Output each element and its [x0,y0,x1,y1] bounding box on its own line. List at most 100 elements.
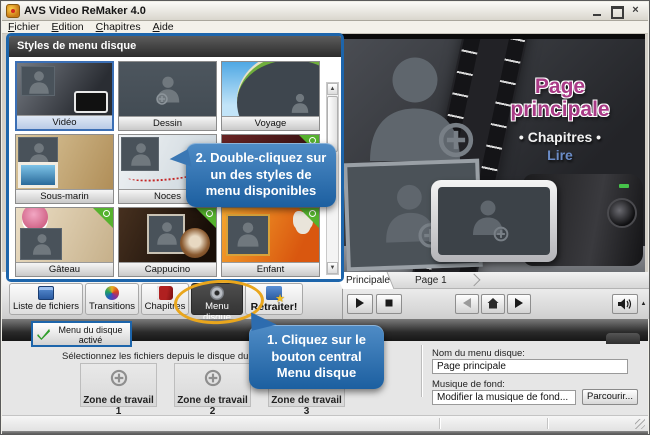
work-zone-label: Zone de travail 2 [175,395,250,417]
style-thumb-video-art [17,63,112,115]
menu-chapitres[interactable]: Chapitres [90,21,147,33]
toolbar-button-label: Transitions [89,301,135,312]
disc-menu-lire-link[interactable]: Lire [485,147,635,163]
style-thumb-label: Enfant [222,262,319,276]
menu-disque-button[interactable]: Menu disque [191,283,243,315]
toolbar-button-label: Chapitres [145,301,186,312]
disc-menu-icon [210,286,224,300]
styles-panel-title: Styles de menu disque [9,36,341,57]
work-zone-1[interactable]: Zone de travail 1 [80,363,157,407]
status-bar [2,415,648,431]
music-input[interactable] [432,390,576,405]
breadcrumb-principale-tab[interactable]: Principale [336,272,395,289]
add-icon [203,368,223,388]
style-thumb-enfant-art [222,208,319,262]
camcorder-led-icon [619,184,629,188]
menu-fichier[interactable]: Fichier [2,21,46,33]
style-thumb-label: Sous-marin [16,189,113,203]
callout-step1: 1. Cliquez sur le bouton central Menu di… [249,325,384,389]
callout-tail [168,149,191,171]
chapitres-button[interactable]: Chapitres [141,283,189,315]
camcorder-mini-icon [74,91,108,113]
music-label: Musique de fond: [432,379,505,390]
maximize-button[interactable] [610,5,623,17]
chapters-icon [157,286,173,300]
scroll-up-button[interactable]: ▲ [327,83,338,95]
chevron-right-icon [468,274,481,287]
style-thumb-voyage-art [222,62,319,116]
play-button[interactable] [347,294,373,314]
callout-step1-text: 1. Cliquez sur le bouton central Menu di… [267,332,366,380]
style-thumb-cappucino-art [119,208,216,262]
window-title: AVS Video ReMaker 4.0 [24,5,146,17]
coffee-cup-icon [180,228,210,258]
minimize-button[interactable] [591,5,604,17]
badge-icon [93,208,113,228]
add-icon [109,368,129,388]
badge-icon [196,208,216,228]
collapsed-tab[interactable] [606,333,640,344]
breadcrumb-root-label: Principale [346,272,390,289]
app-window: AVS Video ReMaker 4.0 × Fichier Edition … [0,0,650,435]
style-thumb-label: Dessin [119,116,216,130]
menu-aide[interactable]: Aide [147,21,180,33]
liste-de-fichiers-button[interactable]: Liste de fichiers [9,283,83,315]
work-zone-2[interactable]: Zone de travail 2 [174,363,251,407]
style-thumb-cappucino[interactable]: Cappucino [118,207,217,277]
remake-icon [266,286,282,300]
style-thumb-label: Voyage [222,116,319,130]
menu-name-input[interactable] [432,359,628,374]
transitions-icon [105,286,119,300]
menu-disque-active-tab[interactable]: Menu du disque activé [31,321,132,347]
style-thumb-sous-marin[interactable]: Sous-marin [15,134,114,204]
style-thumb-enfant[interactable]: Enfant [221,207,320,277]
style-thumb-gateau-art [16,208,113,262]
volume-button[interactable] [612,294,638,314]
work-zone-label: Zone de travail 1 [81,395,156,417]
video-preview: Page principale • Chapitres • Lire [342,34,645,272]
active-tab-label: Menu du disque activé [58,325,122,345]
breadcrumb-page-tab[interactable]: Page 1 [415,272,447,289]
panel-divider [421,345,422,397]
volume-expander-button[interactable]: ▲ [639,294,648,314]
title-bar: AVS Video ReMaker 4.0 × [2,2,648,21]
menu-edition[interactable]: Edition [46,21,90,33]
style-thumb-label: Cappucino [119,262,216,276]
disc-menu-title: Page principale [485,75,635,121]
callout-step2: 2. Double-cliquez sur un des styles de m… [186,143,336,207]
style-thumb-voyage[interactable]: Voyage [221,61,320,131]
camcorder-lens-icon [607,198,637,228]
camcorder-screen [431,180,557,262]
transitions-button[interactable]: Transitions [85,283,139,315]
style-thumb-label: Gâteau [16,262,113,276]
callout-step2-text: 2. Double-cliquez sur un des styles de m… [196,150,327,198]
resize-grip[interactable] [635,419,645,429]
style-thumb-gateau[interactable]: Gâteau [15,207,114,277]
style-thumb-sous-marin-art [16,135,113,189]
style-thumb-video[interactable]: Vidéo [15,61,114,131]
previous-page-button[interactable] [455,294,479,314]
disc-menu-text: Page principale • Chapitres • Lire [485,75,635,163]
style-thumb-label: Vidéo [17,115,112,129]
close-button[interactable]: × [629,5,642,17]
badge-icon [299,208,319,228]
add-placeholder-icon [435,119,477,161]
app-icon [6,4,20,18]
window-bottom-edge [2,431,648,435]
toolbar-button-label: Liste de fichiers [13,301,79,312]
style-thumb-dessin[interactable]: Dessin [118,61,217,131]
file-list-icon [38,286,54,300]
photo-mini-icon [18,162,58,188]
retraiter-button[interactable]: Retraiter! [245,283,303,315]
browse-button[interactable]: Parcourir... [582,389,638,405]
cake-icon [22,208,48,230]
home-menu-button[interactable] [481,294,505,314]
menu-name-label: Nom du menu disque: [432,348,525,359]
check-icon [37,328,51,340]
disc-menu-chapitres-link[interactable]: • Chapitres • [485,129,635,145]
next-page-button[interactable] [507,294,531,314]
work-zone-label: Zone de travail 3 [269,395,344,417]
scroll-down-button[interactable]: ▼ [327,262,338,274]
menu-breadcrumb: Principale Page 1 [343,272,650,289]
stop-button[interactable] [376,294,402,314]
